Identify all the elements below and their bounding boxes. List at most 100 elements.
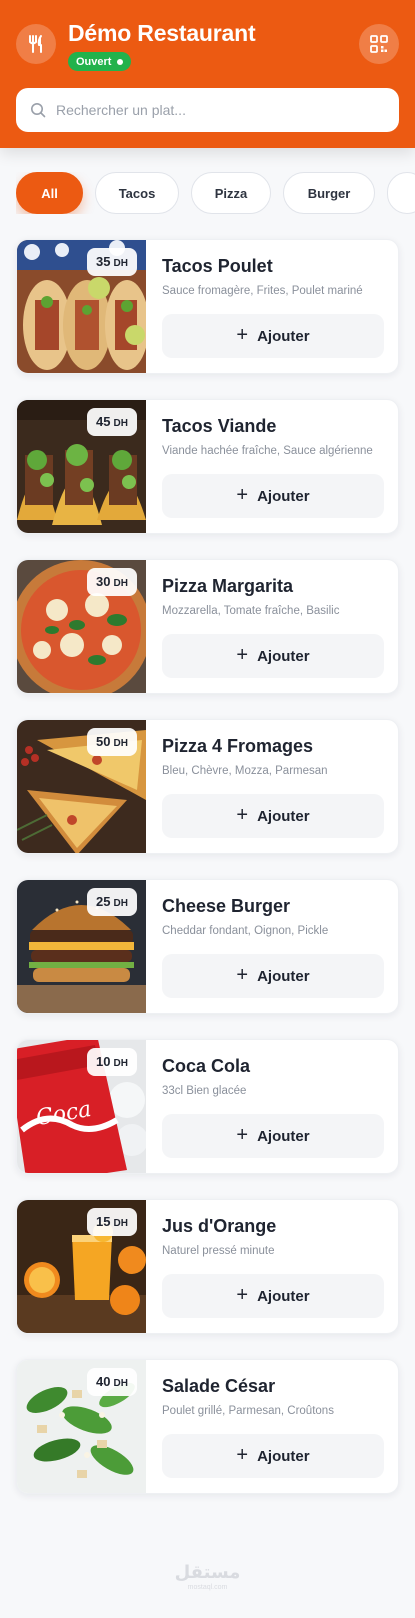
product-name: Coca Cola xyxy=(162,1056,251,1076)
product-card: Coca 10 DH Coca Cola 33cl Bien glacée + … xyxy=(16,1039,399,1174)
pizza-cheese-photo: 50 DH xyxy=(17,720,146,853)
price-value: 10 xyxy=(96,1054,111,1069)
price-currency: DH xyxy=(113,1378,128,1389)
price-badge: 10 DH xyxy=(87,1048,137,1076)
pizza-margarita-photo: 30 DH xyxy=(17,560,146,693)
price-value: 25 xyxy=(96,894,111,909)
price-value: 15 xyxy=(96,1214,111,1229)
status-label: Ouvert xyxy=(76,55,112,68)
add-button-label: Ajouter xyxy=(257,647,310,665)
cheese-burger-photo: 25 DH xyxy=(17,880,146,1013)
price-badge: 25 DH xyxy=(87,888,137,916)
app-header: Démo Restaurant Ouvert xyxy=(0,0,415,148)
tacos-chicken-photo: 35 DH xyxy=(17,240,146,373)
product-card: 40 DH Salade César Poulet grillé, Parmes… xyxy=(16,1359,399,1494)
utensils-icon xyxy=(29,35,42,53)
category-chip-all[interactable]: All xyxy=(16,172,83,214)
add-button-label: Ajouter xyxy=(257,1287,310,1305)
add-button-label: Ajouter xyxy=(257,487,310,505)
add-button-label: Ajouter xyxy=(257,1447,310,1465)
product-name: Cheese Burger xyxy=(162,896,291,916)
status-dot xyxy=(117,58,124,65)
qr-code-button[interactable] xyxy=(359,24,399,64)
add-to-cart-button[interactable]: + Ajouter xyxy=(162,954,384,998)
orange-juice-photo: 15 DH xyxy=(17,1200,146,1333)
plus-icon: + xyxy=(236,644,249,666)
add-to-cart-button[interactable]: + Ajouter xyxy=(162,794,384,838)
price-currency: DH xyxy=(113,578,128,589)
coca-cola-photo: Coca 10 DH xyxy=(17,1040,146,1173)
product-description: Bleu, Chèvre, Mozza, Parmesan xyxy=(162,765,328,777)
price-value: 50 xyxy=(96,734,111,749)
product-description: Mozzarella, Tomate fraîche, Basilic xyxy=(162,605,340,617)
product-name: Pizza 4 Fromages xyxy=(162,736,314,756)
plus-icon: + xyxy=(236,804,249,826)
plus-icon: + xyxy=(236,324,249,346)
add-button-label: Ajouter xyxy=(257,327,310,345)
add-button-label: Ajouter xyxy=(257,1127,310,1145)
add-to-cart-button[interactable]: + Ajouter xyxy=(162,474,384,518)
price-value: 40 xyxy=(96,1374,111,1389)
open-status-badge: Ouvert xyxy=(68,52,132,71)
add-to-cart-button[interactable]: + Ajouter xyxy=(162,1434,384,1478)
category-chip-tacos[interactable]: Tacos xyxy=(95,172,179,214)
price-badge: 45 DH xyxy=(87,408,137,436)
product-card: 15 DH Jus d'Orange Naturel pressé minute… xyxy=(16,1199,399,1334)
product-card: 50 DH Pizza 4 Fromages Bleu, Chèvre, Moz… xyxy=(16,719,399,854)
price-badge: 40 DH xyxy=(87,1368,137,1396)
qr-code-icon xyxy=(370,35,388,53)
category-chip-pizza[interactable]: Pizza xyxy=(191,172,271,214)
tacos-meat-photo: 45 DH xyxy=(17,400,146,533)
price-currency: DH xyxy=(113,258,128,269)
product-name: Salade César xyxy=(162,1376,276,1396)
product-description: Cheddar fondant, Oignon, Pickle xyxy=(162,925,329,937)
plus-icon: + xyxy=(236,1284,249,1306)
search-bar xyxy=(16,88,399,132)
plus-icon: + xyxy=(236,964,249,986)
category-filter-bar: All Tacos Pizza Burger xyxy=(16,172,415,214)
plus-icon: + xyxy=(236,1124,249,1146)
restaurant-name: Démo Restaurant xyxy=(68,20,256,46)
add-button-label: Ajouter xyxy=(257,807,310,825)
product-card: 25 DH Cheese Burger Cheddar fondant, Oig… xyxy=(16,879,399,1014)
product-description: Sauce fromagère, Frites, Poulet mariné xyxy=(162,285,363,297)
plus-icon: + xyxy=(236,1444,249,1466)
price-badge: 15 DH xyxy=(87,1208,137,1236)
product-description: 33cl Bien glacée xyxy=(162,1085,247,1097)
product-name: Tacos Viande xyxy=(162,416,277,436)
add-to-cart-button[interactable]: + Ajouter xyxy=(162,1114,384,1158)
price-badge: 35 DH xyxy=(87,248,137,276)
product-name: Pizza Margarita xyxy=(162,576,294,596)
price-currency: DH xyxy=(113,898,128,909)
price-value: 30 xyxy=(96,574,111,589)
watermark-logo: مستقل xyxy=(174,1562,241,1583)
product-description: Poulet grillé, Parmesan, Croûtons xyxy=(162,1405,334,1417)
search-input[interactable] xyxy=(56,102,376,118)
product-card: 35 DH Tacos Poulet Sauce fromagère, Frit… xyxy=(16,239,399,374)
price-currency: DH xyxy=(113,1058,128,1069)
price-currency: DH xyxy=(113,738,128,749)
restaurant-logo-button[interactable] xyxy=(16,24,56,64)
add-to-cart-button[interactable]: + Ajouter xyxy=(162,1274,384,1318)
category-chip-burger[interactable]: Burger xyxy=(283,172,375,214)
add-to-cart-button[interactable]: + Ajouter xyxy=(162,314,384,358)
add-to-cart-button[interactable]: + Ajouter xyxy=(162,634,384,678)
watermark-domain: mostaql.com xyxy=(187,1584,228,1591)
price-badge: 30 DH xyxy=(87,568,137,596)
footer-watermark: مستقل mostaql.com xyxy=(0,1562,415,1591)
search-icon xyxy=(31,103,46,118)
product-description: Viande hachée fraîche, Sauce algérienne xyxy=(162,445,373,457)
price-value: 35 xyxy=(96,254,111,269)
category-chip-more[interactable] xyxy=(387,172,415,214)
product-name: Jus d'Orange xyxy=(162,1216,277,1236)
price-currency: DH xyxy=(113,418,128,429)
price-currency: DH xyxy=(113,1218,128,1229)
product-description: Naturel pressé minute xyxy=(162,1245,275,1257)
price-value: 45 xyxy=(96,414,111,429)
product-card: 30 DH Pizza Margarita Mozzarella, Tomate… xyxy=(16,559,399,694)
price-badge: 50 DH xyxy=(87,728,137,756)
product-name: Tacos Poulet xyxy=(162,256,273,276)
caesar-salad-photo: 40 DH xyxy=(17,1360,146,1493)
product-card: 45 DH Tacos Viande Viande hachée fraîche… xyxy=(16,399,399,534)
plus-icon: + xyxy=(236,484,249,506)
